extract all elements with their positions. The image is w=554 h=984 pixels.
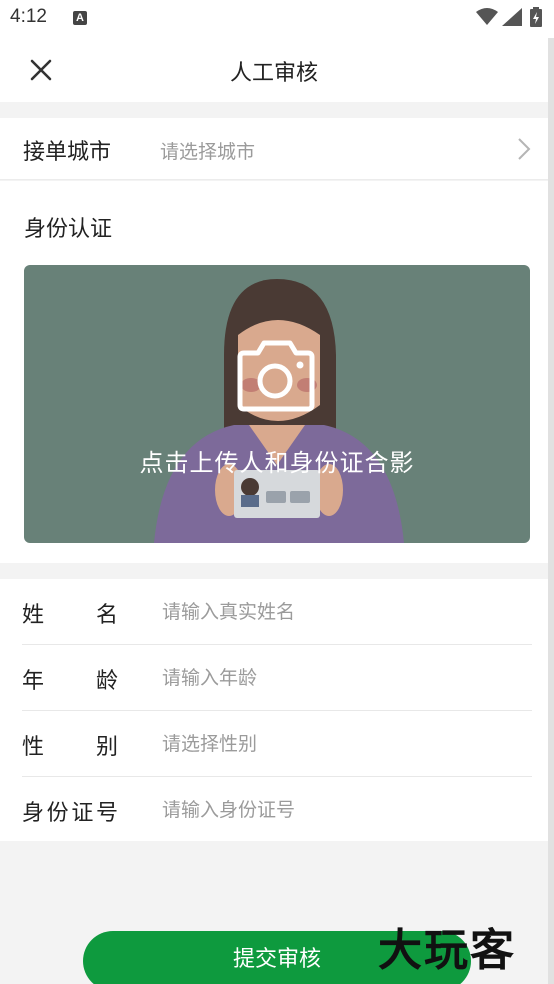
status-bar: 4:12 A: [0, 0, 554, 38]
city-select-row[interactable]: 接单城市 请选择城市: [0, 118, 548, 180]
personal-info-form: 姓名 年龄 性别 身份证号: [0, 579, 548, 841]
page-title: 人工审核: [229, 61, 318, 86]
name-input[interactable]: [162, 593, 522, 631]
id-number-label: 身份证号: [22, 801, 118, 826]
signal-icon: [502, 8, 522, 26]
identity-title: 身份认证: [24, 217, 113, 242]
gender-row[interactable]: 性别: [22, 711, 532, 777]
id-number-input[interactable]: [162, 791, 522, 829]
city-label: 接单城市: [23, 140, 112, 165]
chevron-right-icon: [518, 138, 531, 160]
upload-hint: 点击上传人和身份证合影: [139, 449, 415, 477]
gender-select[interactable]: [162, 725, 522, 763]
identity-section: 身份认证 点击上传人和身份证合影: [0, 181, 548, 563]
city-placeholder[interactable]: 请选择城市: [160, 137, 255, 164]
status-time: 4:12: [10, 6, 47, 27]
name-label: 姓名: [22, 603, 118, 628]
age-row: 年龄: [22, 645, 532, 711]
scrollbar[interactable]: [548, 38, 554, 984]
camera-icon: [237, 340, 315, 412]
notification-icon: A: [73, 11, 87, 25]
watermark-logo: 大玩客: [378, 925, 516, 976]
id-number-row: 身份证号: [22, 777, 532, 843]
age-label: 年龄: [22, 669, 118, 694]
wifi-icon: [476, 8, 498, 25]
nav-bar: 人工审核: [0, 38, 548, 102]
upload-photo-button[interactable]: 点击上传人和身份证合影: [24, 265, 530, 543]
name-row: 姓名: [22, 579, 532, 645]
age-input[interactable]: [162, 659, 522, 697]
battery-icon: [530, 7, 542, 27]
gender-label: 性别: [22, 735, 118, 760]
